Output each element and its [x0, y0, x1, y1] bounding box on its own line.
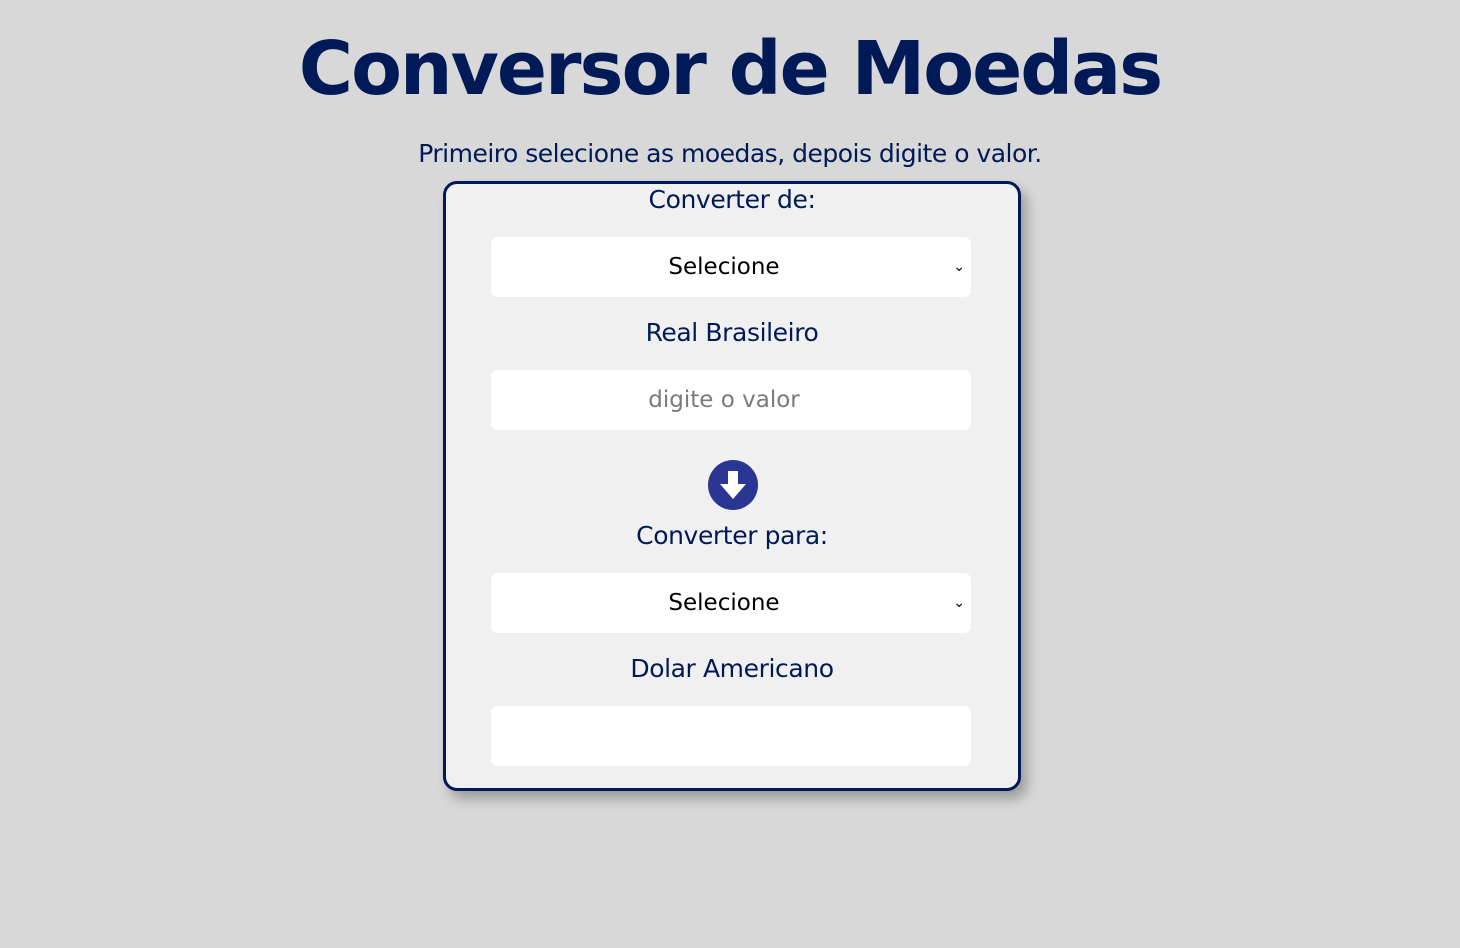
chevron-down-icon: ⌄ [953, 595, 965, 611]
page-subtitle: Primeiro selecione as moedas, depois dig… [418, 139, 1042, 168]
to-label: Converter para: [636, 521, 828, 550]
to-currency-name: Dolar Americano [630, 654, 834, 683]
from-label: Converter de: [648, 185, 816, 214]
arrow-down-circle-icon[interactable] [708, 460, 758, 510]
from-currency-select-value: Selecione [668, 254, 780, 280]
page-title: Conversor de Moedas [298, 26, 1163, 112]
amount-input[interactable] [491, 370, 971, 430]
from-currency-name: Real Brasileiro [645, 318, 819, 347]
converted-value-output[interactable] [491, 706, 971, 766]
chevron-down-icon: ⌄ [953, 259, 965, 275]
converter-card: Converter de: Selecione ⌄ Real Brasileir… [443, 181, 1021, 791]
to-currency-select-value: Selecione [668, 590, 780, 616]
to-currency-select[interactable]: Selecione ⌄ [491, 573, 971, 633]
from-currency-select[interactable]: Selecione ⌄ [491, 237, 971, 297]
